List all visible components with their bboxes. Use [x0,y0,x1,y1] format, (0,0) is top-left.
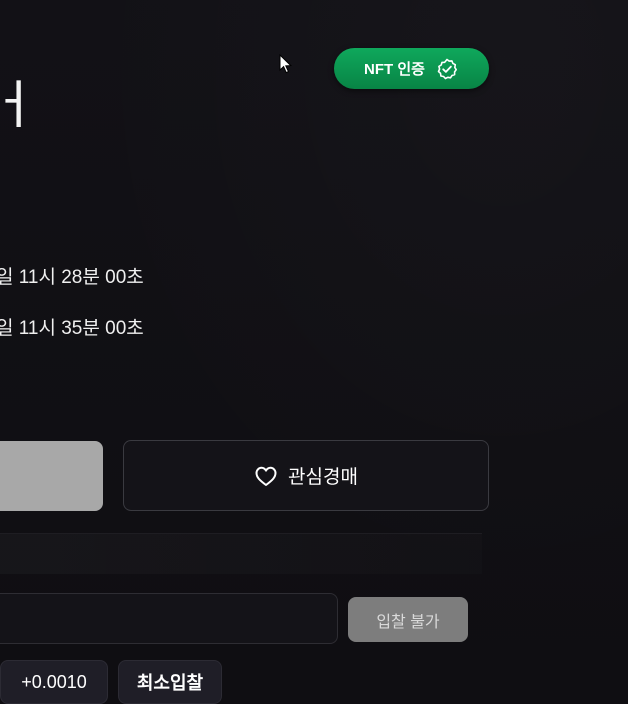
bid-unavailable-button[interactable]: 입찰 불가 [348,597,468,642]
increment-chip[interactable]: +0.0010 [0,660,108,704]
watch-auction-label: 관심경매 [288,467,358,488]
auction-end-time: 일 11시 35분 00초 [0,318,144,339]
watch-auction-button[interactable]: 관심경매 [123,440,489,511]
auction-start-time: 일 11시 28분 00초 [0,267,144,288]
mouse-cursor-icon [279,54,292,74]
bid-amount-input[interactable] [0,593,338,644]
auction-title-fragment: ㅓ [0,77,38,135]
min-bid-chip[interactable]: 최소입찰 [118,660,222,704]
primary-action-button[interactable] [0,441,103,511]
nft-badge-label: NFT 인증 [364,61,425,78]
section-divider [0,533,482,574]
check-circle-icon [437,58,457,79]
nft-certified-badge: NFT 인증 [334,48,489,89]
heart-icon [255,466,277,486]
